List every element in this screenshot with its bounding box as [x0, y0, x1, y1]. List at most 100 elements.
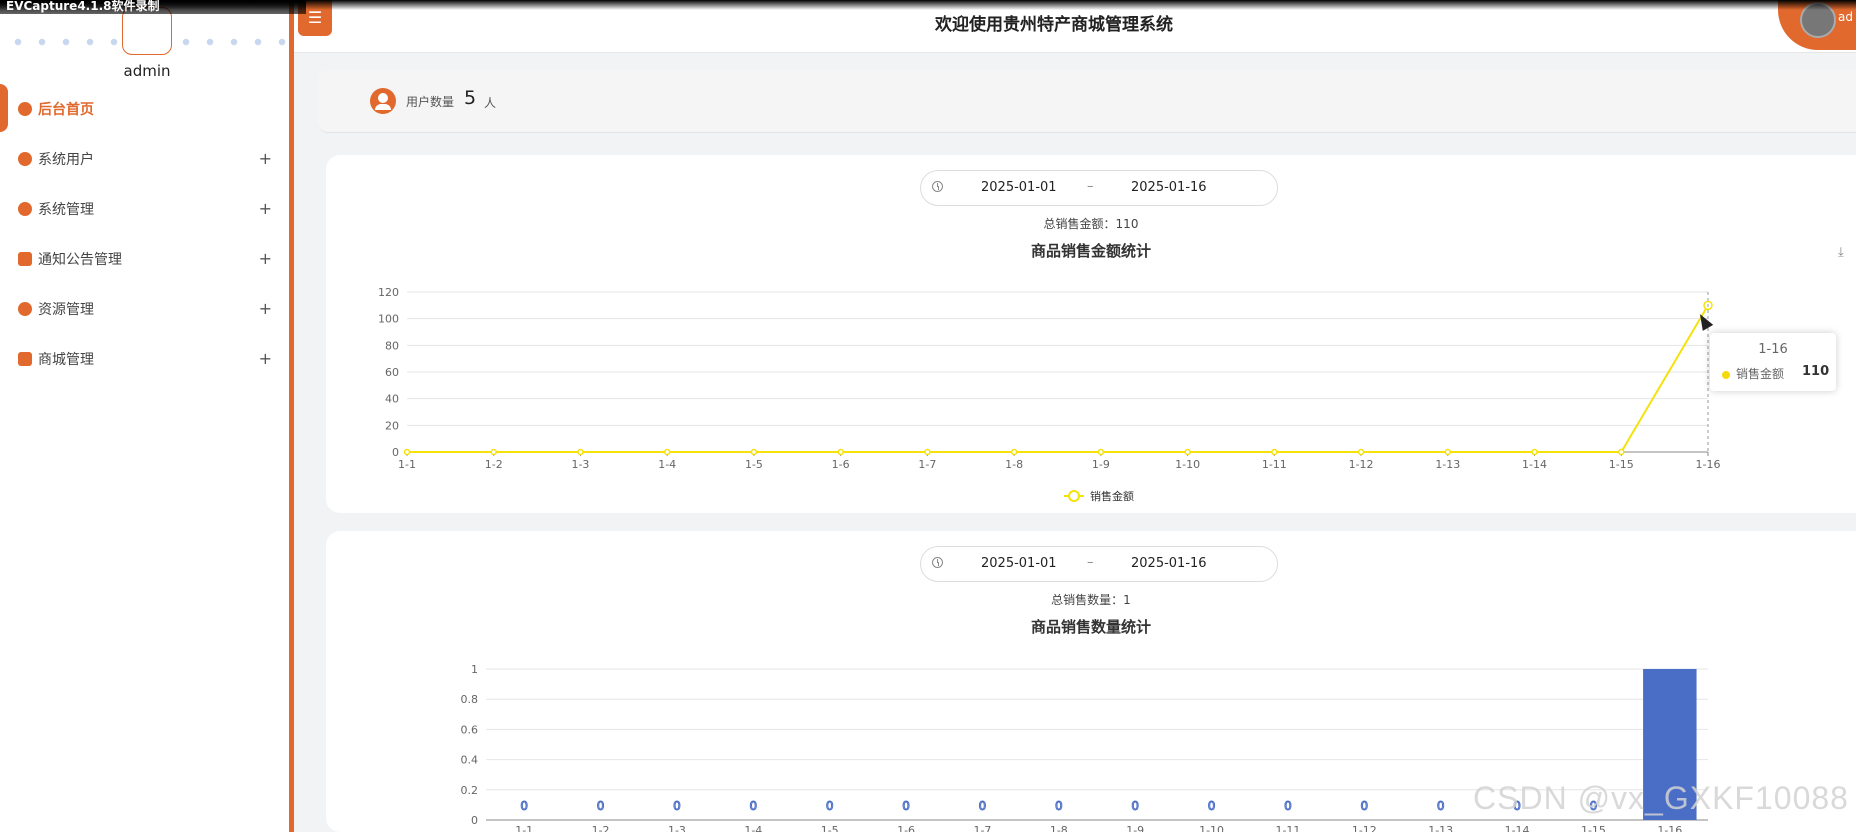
data-point	[1444, 448, 1452, 456]
x-tick-label: 1-5	[745, 458, 763, 471]
y-tick-label: 120	[378, 286, 399, 299]
sidebar: admin 后台首页 系统用户 + 系统管理 + 通知公告管理 + 资源管理 +	[0, 0, 294, 832]
y-tick-label: 0.4	[461, 754, 479, 767]
data-label: 0	[1284, 799, 1292, 813]
data-label: 0	[826, 799, 834, 813]
sidebar-item-label: 资源管理	[38, 302, 94, 318]
data-label: 0	[520, 799, 528, 813]
y-tick-label: 60	[385, 366, 399, 379]
x-tick-label: 1-1	[398, 458, 416, 471]
sidebar-item-label: 系统用户	[38, 152, 94, 168]
home-icon	[18, 102, 32, 116]
sales-amount-line-chart: 0204060801001201-1 1-2 1-3 1-4 1-5 1-6 1-7 1-8 1…	[378, 286, 1721, 503]
header-user-area[interactable]: ad	[1778, 0, 1856, 50]
data-label: 0	[902, 799, 910, 813]
expand-icon[interactable]: +	[259, 349, 272, 368]
x-tick-label: 1-16	[1657, 824, 1682, 832]
y-tick-label: 20	[385, 419, 399, 432]
user-count-value: 5	[464, 87, 477, 109]
user-count-bar: 用户数量 5 人	[318, 70, 1856, 133]
data-label: 0	[749, 799, 757, 813]
x-tick-label: 1-11	[1275, 824, 1300, 832]
data-label: 0	[1055, 799, 1063, 813]
data-point	[1010, 448, 1018, 456]
expand-icon[interactable]: +	[259, 249, 272, 268]
sidebar-item-label: 通知公告管理	[38, 252, 122, 268]
sidebar-item-resource-management[interactable]: 资源管理 +	[0, 284, 290, 334]
sales-amount-card: 2025-01-01 – 2025-01-16 总销售金额：110 商品销售金额…	[326, 155, 1856, 513]
sidebar-item-system-management[interactable]: 系统管理 +	[0, 184, 290, 234]
x-tick-label: 1-4	[744, 824, 762, 832]
user-icon	[18, 152, 32, 166]
expand-icon[interactable]: +	[259, 299, 272, 318]
tooltip-title: 1-16	[1758, 342, 1788, 357]
y-tick-label: 40	[385, 393, 399, 406]
gear-icon	[18, 202, 32, 216]
header-user-name: ad	[1838, 10, 1853, 24]
chart-tooltip: 1-16 销售金额 110	[1710, 333, 1836, 391]
x-tick-label: 1-7	[973, 824, 991, 832]
x-tick-label: 1-10	[1199, 824, 1224, 832]
data-label: 0	[1437, 799, 1445, 813]
data-label: 0	[673, 799, 681, 813]
sidebar-item-home[interactable]: 后台首页	[0, 84, 290, 134]
y-tick-label: 0.8	[461, 693, 479, 706]
x-tick-label: 1-6	[832, 458, 850, 471]
x-tick-label: 1-4	[658, 458, 676, 471]
data-label: 0	[1131, 799, 1139, 813]
sidebar-user-name: admin	[123, 62, 171, 80]
x-tick-label: 1-10	[1175, 458, 1200, 471]
data-point	[577, 448, 584, 456]
y-tick-label: 100	[378, 313, 399, 326]
data-point	[1271, 448, 1278, 456]
shop-icon	[18, 352, 32, 366]
data-point	[1097, 448, 1105, 456]
tooltip-value: 110	[1802, 364, 1830, 379]
x-tick-label: 1-13	[1428, 824, 1453, 832]
x-tick-label: 1-8	[1005, 458, 1023, 471]
user-count-label: 用户数量	[406, 95, 455, 109]
x-tick-label: 1-6	[897, 824, 915, 832]
legend-label: 销售金额	[1090, 489, 1134, 503]
x-tick-label: 1-15	[1581, 824, 1606, 832]
user-count-unit: 人	[484, 96, 497, 110]
x-tick-label: 1-9	[1092, 458, 1110, 471]
x-tick-label: 1-11	[1262, 458, 1287, 471]
data-point	[663, 448, 671, 456]
x-tick-label: 1-14	[1522, 458, 1547, 471]
expand-icon[interactable]: +	[259, 149, 272, 168]
data-label: 0	[1360, 799, 1368, 813]
avatar[interactable]	[122, 7, 172, 55]
tooltip-series-name: 销售金额	[1736, 367, 1785, 381]
series-line	[407, 304, 1709, 453]
x-tick-label: 1-13	[1435, 458, 1460, 471]
data-label: 0	[597, 799, 605, 813]
x-tick-label: 1-12	[1352, 824, 1377, 832]
user-icon	[370, 88, 396, 114]
y-tick-label: 80	[385, 339, 399, 352]
x-tick-label: 1-15	[1609, 458, 1634, 471]
sidebar-item-label: 后台首页	[38, 102, 94, 118]
x-tick-label: 1-3	[571, 458, 589, 471]
page-title: 欢迎使用贵州特产商城管理系统	[935, 15, 1173, 35]
data-point	[1618, 448, 1625, 456]
x-tick-label: 1-8	[1050, 824, 1068, 832]
x-tick-label: 1-16	[1696, 458, 1721, 471]
data-point	[1184, 448, 1191, 456]
x-tick-label: 1-7	[918, 458, 936, 471]
y-tick-label: 0.2	[461, 784, 479, 797]
header-avatar[interactable]	[1800, 2, 1836, 38]
x-tick-label: 1-9	[1126, 824, 1144, 832]
expand-icon[interactable]: +	[259, 199, 272, 218]
x-tick-label: 1-1	[515, 824, 533, 832]
series-dot-icon	[1722, 371, 1730, 379]
x-tick-label: 1-2	[485, 458, 503, 471]
x-tick-label: 1-2	[592, 824, 610, 832]
sidebar-item-shop-management[interactable]: 商城管理 +	[0, 334, 290, 384]
data-point	[1357, 448, 1365, 456]
sidebar-item-notice-management[interactable]: 通知公告管理 +	[0, 234, 290, 284]
data-point	[1531, 448, 1538, 456]
x-tick-label: 1-5	[821, 824, 839, 832]
y-tick-label: 0.6	[461, 723, 479, 736]
sidebar-item-system-users[interactable]: 系统用户 +	[0, 134, 290, 184]
